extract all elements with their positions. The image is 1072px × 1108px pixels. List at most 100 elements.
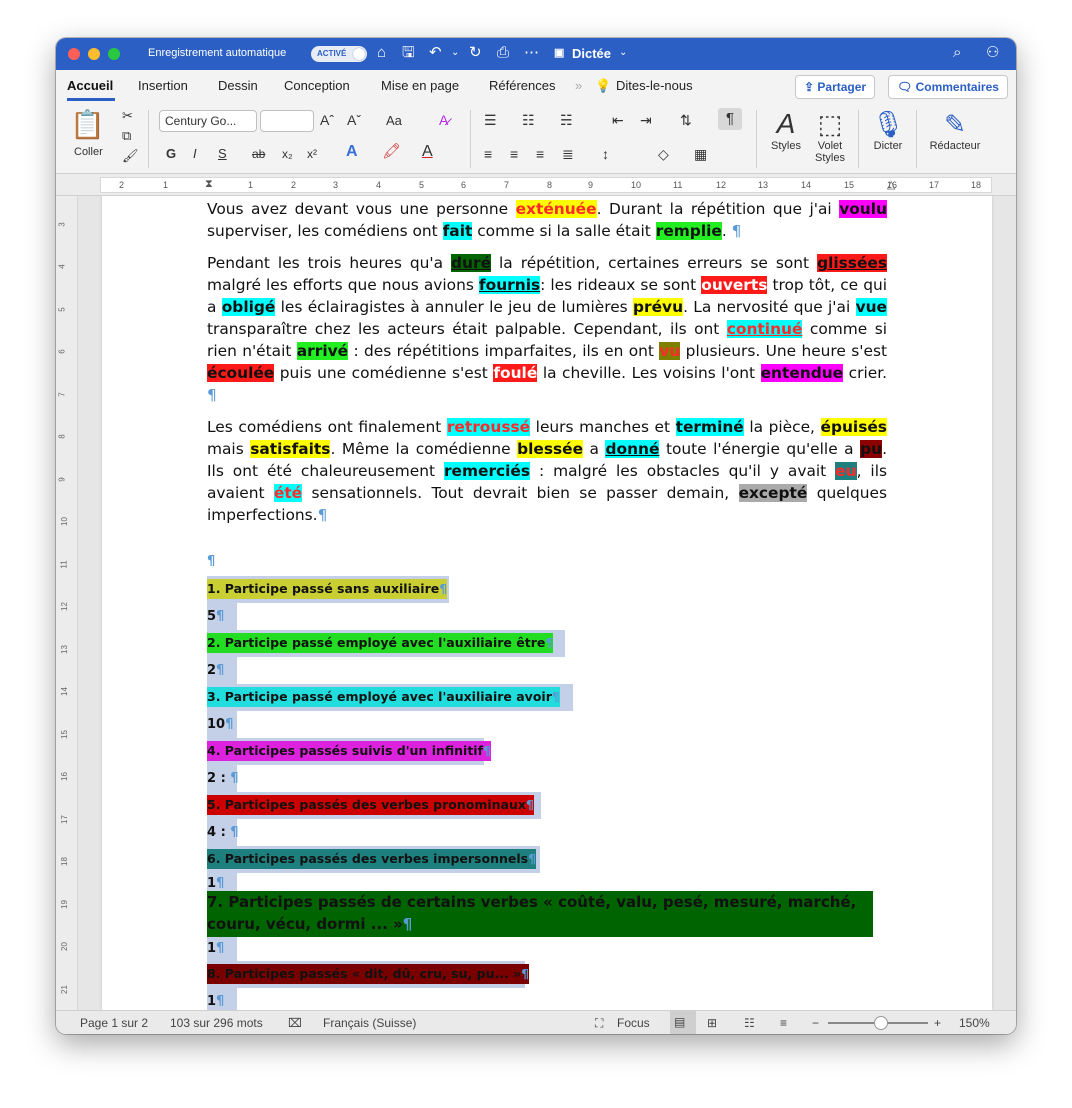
empty-paragraph[interactable]: ¶ xyxy=(207,554,887,576)
category-count[interactable]: 1¶ xyxy=(207,988,887,1010)
autosave-toggle[interactable]: ACTIVÉ xyxy=(311,46,367,62)
search-icon[interactable]: ⌕ xyxy=(953,44,961,62)
multilevel-list-icon[interactable]: ☵ xyxy=(560,112,573,128)
save-icon[interactable]: 🖫 xyxy=(402,44,415,62)
share-people-icon[interactable]: ⚇ xyxy=(986,44,999,62)
language-indicator[interactable]: Français (Suisse) xyxy=(323,1016,416,1030)
category-count[interactable]: 10¶ xyxy=(207,711,887,738)
borders-icon[interactable]: ▦ xyxy=(694,146,707,162)
font-name-select[interactable]: Century Go... xyxy=(159,110,257,132)
align-center-icon[interactable]: ≡ xyxy=(510,146,518,162)
bullets-icon[interactable]: ☰ xyxy=(484,112,497,128)
cut-icon[interactable]: ✂ xyxy=(122,108,133,124)
category-count[interactable]: 5¶ xyxy=(207,603,887,630)
styles-button[interactable]: A Styles xyxy=(764,108,808,152)
document-area[interactable]: Vous avez devant vous une personne extén… xyxy=(78,196,1016,1010)
close-window-button[interactable] xyxy=(68,48,80,60)
zoom-out-button[interactable]: − xyxy=(812,1016,819,1030)
undo-dropdown-icon[interactable]: ⌄ xyxy=(451,44,459,62)
tab-insertion[interactable]: Insertion xyxy=(138,78,188,93)
styles-pane-button[interactable]: ⬚ Volet Styles xyxy=(812,108,848,164)
line-spacing-icon[interactable]: ↕ xyxy=(602,146,609,162)
decrease-indent-icon[interactable]: ⇤ xyxy=(612,112,624,128)
minimize-window-button[interactable] xyxy=(88,48,100,60)
paragraph-3[interactable]: Les comédiens ont finalement retroussé l… xyxy=(207,416,887,526)
tab-accueil[interactable]: Accueil xyxy=(67,78,113,93)
home-icon[interactable]: ⌂ xyxy=(377,44,386,62)
font-size-select[interactable] xyxy=(260,110,314,132)
sort-icon[interactable]: ⇅ xyxy=(680,112,692,128)
format-painter-icon[interactable]: 🖌 xyxy=(122,148,139,164)
redo-icon[interactable]: ↻ xyxy=(469,44,482,62)
highlight-color-icon[interactable]: 🖍 xyxy=(382,144,401,160)
more-icon[interactable]: ⋯ xyxy=(524,44,539,62)
zoom-slider[interactable] xyxy=(828,1016,928,1030)
focus-icon[interactable]: ⛶ xyxy=(595,1016,603,1031)
document-page[interactable]: Vous avez devant vous une personne extén… xyxy=(102,196,992,1010)
category-item[interactable]: 2. Participe passé employé avec l'auxili… xyxy=(207,630,887,657)
zoom-in-button[interactable]: + xyxy=(934,1016,941,1030)
align-right-icon[interactable]: ≡ xyxy=(536,146,544,162)
increase-indent-icon[interactable]: ⇥ xyxy=(640,112,652,128)
share-button[interactable]: ⇪ Partager xyxy=(795,75,876,99)
tab-dessin[interactable]: Dessin xyxy=(218,78,258,93)
document-title[interactable]: Dictée xyxy=(572,46,611,61)
paste-label[interactable]: Coller xyxy=(74,144,103,160)
numbering-icon[interactable]: ☷ xyxy=(522,112,535,128)
category-item[interactable]: 7. Participes passés de certains verbes … xyxy=(207,891,887,937)
undo-icon[interactable]: ↶ xyxy=(429,44,442,62)
paste-icon[interactable]: 📋 xyxy=(70,110,105,140)
bold-button[interactable]: G xyxy=(166,146,176,162)
category-item[interactable]: 5. Participes passés des verbes pronomin… xyxy=(207,792,887,819)
font-color-icon[interactable]: A xyxy=(422,144,433,160)
subscript-button[interactable]: x₂ xyxy=(282,146,293,162)
category-item[interactable]: 3. Participe passé employé avec l'auxili… xyxy=(207,684,887,711)
grow-font-button[interactable]: Aˆ xyxy=(320,112,334,128)
word-count[interactable]: 103 sur 296 mots xyxy=(170,1016,263,1030)
left-indent-marker[interactable]: ⧗ xyxy=(205,178,213,191)
vertical-ruler[interactable]: 3 4 5 6 7 8 9 10 11 12 13 14 15 16 17 18… xyxy=(56,196,78,1010)
category-item[interactable]: 8. Participes passés « dit, dû, cru, su,… xyxy=(207,961,887,988)
text-effects-icon[interactable]: A xyxy=(346,144,358,160)
category-count[interactable]: 2 : ¶ xyxy=(207,765,887,792)
web-layout-view-icon[interactable]: ⊞ xyxy=(707,1016,717,1030)
category-item[interactable]: 4. Participes passés suivis d'un infinit… xyxy=(207,738,887,765)
right-indent-marker[interactable]: △ xyxy=(887,178,895,191)
strikethrough-button[interactable]: ab xyxy=(252,146,265,162)
category-count[interactable]: 4 : ¶ xyxy=(207,819,887,846)
print-icon[interactable]: ⎙ xyxy=(497,44,509,62)
category-list[interactable]: ¶ 1. Participe passé sans auxiliaire¶ 5¶… xyxy=(207,554,887,1010)
zoom-window-button[interactable] xyxy=(108,48,120,60)
change-case-button[interactable]: Aa xyxy=(386,113,402,129)
page-count[interactable]: Page 1 sur 2 xyxy=(80,1016,148,1030)
draft-view-icon[interactable]: ≡ xyxy=(780,1016,787,1030)
show-marks-icon[interactable]: ¶ xyxy=(718,108,742,130)
dictate-button[interactable]: 🎙 Dicter xyxy=(866,108,910,152)
superscript-button[interactable]: x² xyxy=(307,146,317,162)
comments-button[interactable]: 🗨 Commentaires xyxy=(888,75,1008,99)
tab-references[interactable]: Références xyxy=(489,78,555,93)
clear-formatting-icon[interactable]: A̷ xyxy=(439,112,448,128)
category-item[interactable]: 1. Participe passé sans auxiliaire¶ xyxy=(207,576,887,603)
category-count[interactable]: 1¶ xyxy=(207,937,887,961)
underline-button[interactable]: S xyxy=(218,146,227,162)
category-count[interactable]: 2¶ xyxy=(207,657,887,684)
align-left-icon[interactable]: ≡ xyxy=(484,146,492,162)
tell-me-search[interactable]: Dites-le-nous xyxy=(616,78,693,93)
tab-conception[interactable]: Conception xyxy=(284,78,350,93)
paragraph-2[interactable]: Pendant les trois heures qu'a duré la ré… xyxy=(207,252,887,406)
horizontal-ruler[interactable]: 2 1 1 2 3 4 5 6 7 8 9 10 11 12 13 14 15 … xyxy=(56,174,1016,196)
category-count[interactable]: 1¶ xyxy=(207,873,887,891)
italic-button[interactable]: I xyxy=(193,146,197,162)
zoom-slider-knob[interactable] xyxy=(874,1016,888,1030)
category-item[interactable]: 6. Participes passés des verbes imperson… xyxy=(207,846,887,873)
document-body[interactable]: Vous avez devant vous une personne extén… xyxy=(207,198,887,536)
proofing-icon[interactable]: ⌧ xyxy=(288,1016,302,1030)
copy-icon[interactable]: ⧉ xyxy=(122,128,131,144)
shading-icon[interactable]: ◇ xyxy=(658,146,669,162)
outline-view-icon[interactable]: ☷ xyxy=(744,1016,755,1030)
zoom-level[interactable]: 150% xyxy=(959,1016,990,1030)
shrink-font-button[interactable]: Aˇ xyxy=(347,112,361,128)
justify-icon[interactable]: ≣ xyxy=(562,146,574,162)
focus-mode-button[interactable]: Focus xyxy=(617,1016,650,1030)
